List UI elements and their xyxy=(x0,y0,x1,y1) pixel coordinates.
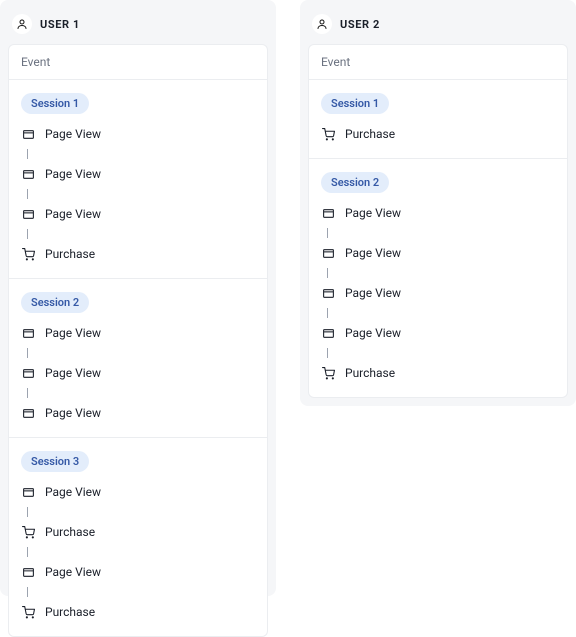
event-row: Purchase xyxy=(321,363,555,383)
connector xyxy=(321,303,555,323)
event-row: Page View xyxy=(21,403,255,423)
connector xyxy=(321,343,555,363)
event-card: Event Session 1 Page View Page View Page… xyxy=(8,44,268,637)
window-icon xyxy=(21,127,35,141)
user-icon xyxy=(12,14,32,34)
event-row: Purchase xyxy=(21,244,255,264)
window-icon xyxy=(321,286,335,300)
cart-icon xyxy=(21,247,35,261)
connector xyxy=(21,582,255,602)
session-badge: Session 1 xyxy=(321,93,389,114)
event-label: Page View xyxy=(345,326,401,340)
event-row: Page View xyxy=(21,124,255,144)
event-label: Page View xyxy=(45,326,101,340)
event-row: Page View xyxy=(321,283,555,303)
event-row: Page View xyxy=(21,363,255,383)
connector xyxy=(321,263,555,283)
event-label: Page View xyxy=(45,366,101,380)
event-label: Page View xyxy=(45,565,101,579)
event-label: Purchase xyxy=(345,366,395,380)
connector xyxy=(321,223,555,243)
cart-icon xyxy=(321,127,335,141)
connector xyxy=(21,184,255,204)
event-row: Purchase xyxy=(21,602,255,622)
event-row: Purchase xyxy=(21,522,255,542)
connector xyxy=(21,343,255,363)
event-label: Page View xyxy=(45,127,101,141)
user-title: USER 2 xyxy=(340,18,380,31)
window-icon xyxy=(21,366,35,380)
event-label: Page View xyxy=(45,485,101,499)
event-label: Page View xyxy=(345,286,401,300)
connector xyxy=(21,383,255,403)
user-column: USER 2 Event Session 1 Purchase Session … xyxy=(300,0,576,406)
window-icon xyxy=(21,167,35,181)
connector xyxy=(21,502,255,522)
event-row: Page View xyxy=(21,323,255,343)
event-label: Purchase xyxy=(45,605,95,619)
session-block: Session 2 Page View Page View Page View xyxy=(9,279,267,438)
event-card-header: Event xyxy=(9,45,267,80)
event-row: Page View xyxy=(321,243,555,263)
event-row: Page View xyxy=(21,562,255,582)
event-label: Page View xyxy=(345,246,401,260)
session-badge: Session 1 xyxy=(21,93,89,114)
event-card: Event Session 1 Purchase Session 2 Page … xyxy=(308,44,568,398)
event-label: Page View xyxy=(45,167,101,181)
event-label: Page View xyxy=(345,206,401,220)
session-block: Session 2 Page View Page View Page View … xyxy=(309,159,567,397)
window-icon xyxy=(21,406,35,420)
event-label: Purchase xyxy=(45,525,95,539)
event-row: Page View xyxy=(21,482,255,502)
event-row: Purchase xyxy=(321,124,555,144)
window-icon xyxy=(21,485,35,499)
event-label: Purchase xyxy=(45,247,95,261)
user-icon xyxy=(312,14,332,34)
user-header: USER 1 xyxy=(8,8,268,44)
event-card-header: Event xyxy=(309,45,567,80)
window-icon xyxy=(321,326,335,340)
session-badge: Session 2 xyxy=(321,172,389,193)
connector xyxy=(21,144,255,164)
cart-icon xyxy=(21,605,35,619)
event-label: Purchase xyxy=(345,127,395,141)
cart-icon xyxy=(321,366,335,380)
connector xyxy=(21,224,255,244)
session-block: Session 1 Page View Page View Page View … xyxy=(9,80,267,279)
cart-icon xyxy=(21,525,35,539)
event-label: Page View xyxy=(45,207,101,221)
window-icon xyxy=(21,565,35,579)
session-badge: Session 2 xyxy=(21,292,89,313)
connector xyxy=(21,542,255,562)
event-row: Page View xyxy=(21,164,255,184)
user-column: USER 1 Event Session 1 Page View Page Vi… xyxy=(0,0,276,596)
user-title: USER 1 xyxy=(40,18,80,31)
event-row: Page View xyxy=(321,323,555,343)
event-row: Page View xyxy=(21,204,255,224)
event-label: Page View xyxy=(45,406,101,420)
window-icon xyxy=(321,206,335,220)
user-header: USER 2 xyxy=(308,8,568,44)
window-icon xyxy=(321,246,335,260)
window-icon xyxy=(21,207,35,221)
event-row: Page View xyxy=(321,203,555,223)
session-block: Session 1 Purchase xyxy=(309,80,567,159)
session-block: Session 3 Page View Purchase Page View P… xyxy=(9,438,267,636)
session-badge: Session 3 xyxy=(21,451,89,472)
window-icon xyxy=(21,326,35,340)
